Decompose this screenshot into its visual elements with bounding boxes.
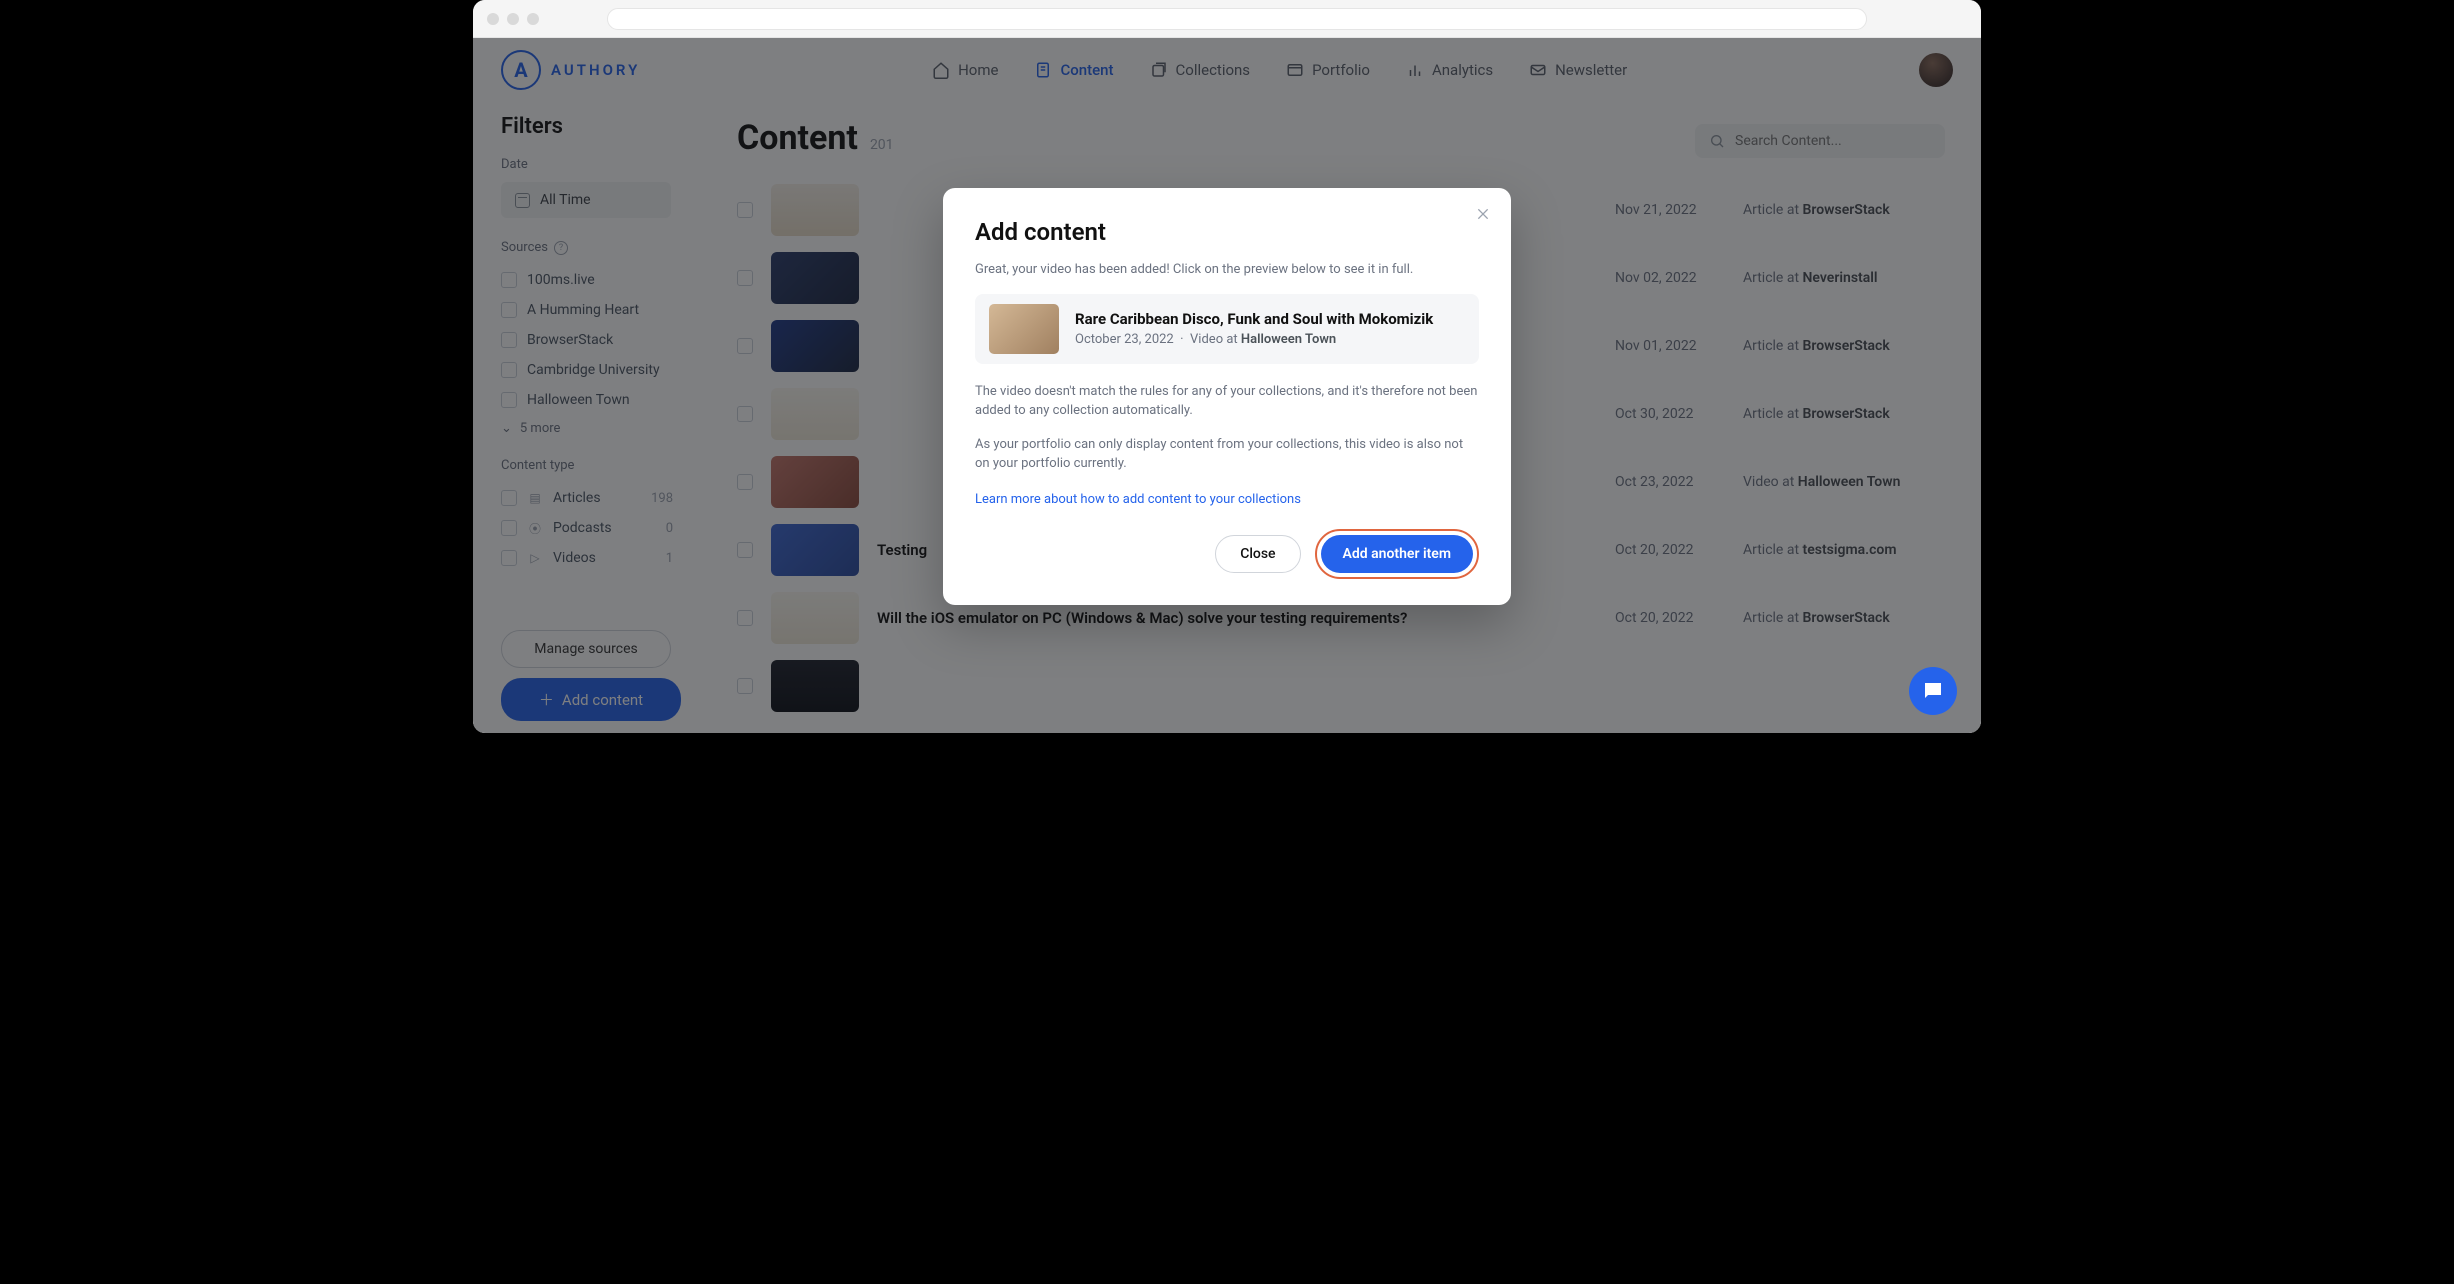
app-root: A AUTHORY Home Content Collections (473, 38, 1981, 733)
modal-intro-text: Great, your video has been added! Click … (975, 260, 1479, 280)
traffic-light-close[interactable] (487, 13, 499, 25)
close-icon (1475, 206, 1491, 222)
preview-title: Rare Caribbean Disco, Funk and Soul with… (1075, 310, 1433, 328)
browser-chrome (473, 0, 1981, 38)
add-another-item-button[interactable]: Add another item (1321, 535, 1473, 573)
preview-meta: October 23, 2022 · Video at Halloween To… (1075, 332, 1433, 347)
modal-footer: Close Add another item (975, 529, 1479, 579)
modal-title: Add content (975, 218, 1479, 246)
add-content-modal: Add content Great, your video has been a… (943, 188, 1511, 605)
modal-info-1: The video doesn't match the rules for an… (975, 382, 1479, 421)
browser-window: A AUTHORY Home Content Collections (473, 0, 1981, 733)
traffic-light-max[interactable] (527, 13, 539, 25)
close-button[interactable]: Close (1215, 535, 1300, 573)
chat-icon (1921, 679, 1945, 703)
learn-more-link[interactable]: Learn more about how to add content to y… (975, 492, 1301, 507)
content-preview-card[interactable]: Rare Caribbean Disco, Funk and Soul with… (975, 294, 1479, 364)
intercom-chat-button[interactable] (1909, 667, 1957, 715)
modal-info-2: As your portfolio can only display conte… (975, 435, 1479, 474)
url-bar[interactable] (607, 8, 1867, 30)
modal-overlay[interactable]: Add content Great, your video has been a… (473, 38, 1981, 733)
callout-highlight: Add another item (1315, 529, 1479, 579)
modal-close-button[interactable] (1475, 206, 1491, 222)
traffic-light-min[interactable] (507, 13, 519, 25)
preview-thumbnail (989, 304, 1059, 354)
